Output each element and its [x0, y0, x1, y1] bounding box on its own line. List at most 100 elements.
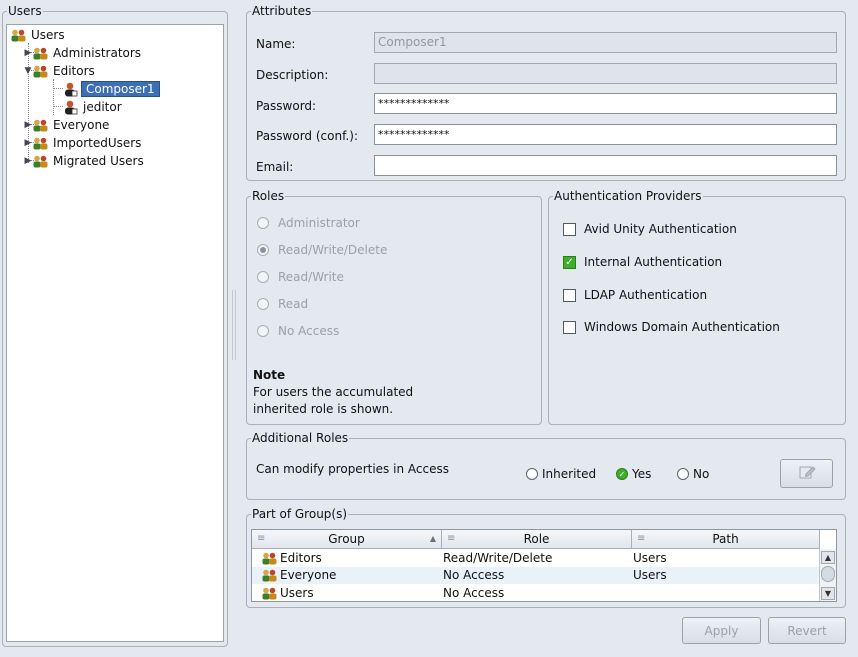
password-confirm-field[interactable]: *************: [374, 124, 837, 145]
radio-circle: [257, 298, 269, 310]
windows-domain-auth-checkbox[interactable]: Windows Domain Authentication: [563, 320, 780, 334]
name-label: Name:: [256, 37, 296, 51]
tree-label: ImportedUsers: [53, 136, 142, 150]
column-header-role[interactable]: ≡ Role: [442, 530, 632, 549]
note-line-2: inherited role is shown.: [253, 402, 394, 416]
name-field: Composer1: [374, 32, 837, 53]
table-row[interactable]: Editors Read/Write/Delete Users: [252, 550, 820, 567]
group-icon: [33, 65, 48, 78]
group-icon: [11, 29, 26, 42]
path-cell: Users: [633, 568, 667, 582]
radio-circle[interactable]: [677, 468, 689, 480]
group-icon: [33, 137, 48, 150]
no-radio[interactable]: No: [677, 467, 709, 481]
splitter-handle[interactable]: [232, 290, 236, 360]
password-field[interactable]: *************: [374, 93, 837, 114]
password-label: Password:: [256, 99, 317, 113]
expand-arrow-icon[interactable]: ▶: [23, 152, 33, 170]
checkbox-box[interactable]: [563, 222, 576, 236]
column-menu-icon[interactable]: ≡: [257, 530, 265, 548]
avid-unity-auth-checkbox[interactable]: Avid Unity Authentication: [563, 222, 737, 236]
checkmark-icon[interactable]: ✓: [616, 468, 628, 480]
radio-label: Inherited: [542, 467, 597, 481]
table-row[interactable]: Users No Access: [252, 585, 820, 601]
radio-label: No Access: [278, 324, 340, 338]
radio-label: Yes: [632, 467, 652, 481]
table-scrollbar[interactable]: ▲ ▼: [819, 549, 836, 601]
checkbox-label: LDAP Authentication: [584, 288, 708, 302]
role-administrator-radio: Administrator: [257, 216, 360, 230]
internal-auth-checkbox[interactable]: ✓ Internal Authentication: [563, 255, 722, 269]
scroll-thumb[interactable]: [821, 566, 835, 582]
group-cell: Users: [262, 585, 314, 601]
tree-label: Users: [31, 28, 65, 42]
scroll-up-icon[interactable]: ▲: [821, 551, 835, 564]
note-title: Note: [253, 368, 286, 382]
scroll-down-icon[interactable]: ▼: [821, 587, 835, 600]
radio-circle[interactable]: [526, 468, 538, 480]
password-confirm-label: Password (conf.):: [256, 129, 358, 143]
role-cell: No Access: [443, 568, 505, 582]
column-menu-icon[interactable]: ≡: [447, 530, 455, 548]
yes-radio[interactable]: ✓ Yes: [616, 467, 651, 481]
groups-table[interactable]: ≡ Group ▲ ≡ Role ≡ Path Editors Read/Wri…: [251, 529, 837, 602]
note-line-1: For users the accumulated: [253, 385, 414, 399]
revert-button[interactable]: Revert: [768, 617, 846, 644]
radio-label: No: [693, 467, 710, 481]
checkbox-box[interactable]: [563, 288, 576, 302]
tree-item-administrators[interactable]: ▶ Administrators: [23, 44, 143, 62]
tree-label-selected: Composer1: [81, 81, 160, 97]
tree-item-everyone[interactable]: ▶ Everyone: [23, 116, 111, 134]
tree-item-users-root[interactable]: Users: [11, 26, 67, 44]
role-cell: Read/Write/Delete: [443, 551, 553, 565]
checkbox-label: Windows Domain Authentication: [584, 320, 780, 334]
radio-label: Read/Write/Delete: [278, 243, 388, 257]
tree-item-jeditor[interactable]: jeditor: [63, 98, 124, 116]
collapse-arrow-icon[interactable]: ▼: [23, 62, 33, 80]
description-field: [374, 63, 837, 84]
tree-item-migrated-users[interactable]: ▶ Migrated Users: [23, 152, 146, 170]
sort-ascending-icon[interactable]: ▲: [430, 530, 436, 548]
tree-label: Administrators: [53, 46, 142, 60]
attributes-legend: Attributes: [251, 4, 313, 18]
column-header-group[interactable]: ≡ Group ▲: [252, 530, 442, 549]
checkbox-box[interactable]: [563, 320, 576, 334]
radio-circle: [257, 271, 269, 283]
column-header-path[interactable]: ≡ Path: [632, 530, 820, 549]
tree-item-editors[interactable]: ▼ Editors: [23, 62, 97, 80]
email-field[interactable]: [374, 155, 837, 176]
column-menu-icon[interactable]: ≡: [637, 530, 645, 548]
user-icon: [63, 82, 78, 97]
inherited-radio[interactable]: Inherited: [526, 467, 596, 481]
role-read-radio: Read: [257, 297, 308, 311]
email-label: Email:: [256, 160, 294, 174]
path-cell: Users: [633, 551, 667, 565]
group-icon: [262, 552, 277, 565]
edit-button[interactable]: [780, 459, 833, 488]
user-icon: [63, 100, 78, 115]
groups-legend: Part of Group(s): [251, 507, 349, 521]
checkbox-label: Avid Unity Authentication: [584, 222, 737, 236]
radio-circle-checked: [257, 244, 269, 256]
apply-button[interactable]: Apply: [682, 617, 761, 644]
expand-arrow-icon[interactable]: ▶: [23, 116, 33, 134]
edit-icon: [798, 464, 816, 483]
ldap-auth-checkbox[interactable]: LDAP Authentication: [563, 288, 707, 302]
expand-arrow-icon[interactable]: ▶: [23, 134, 33, 152]
radio-circle: [257, 325, 269, 337]
role-cell: No Access: [443, 586, 505, 600]
users-tree[interactable]: Users ▶ Administrators ▼ Editors Compose…: [6, 24, 224, 642]
group-icon: [262, 569, 277, 582]
radio-label: Administrator: [278, 216, 360, 230]
additional-roles-legend: Additional Roles: [251, 431, 350, 445]
expand-arrow-icon[interactable]: ▶: [23, 44, 33, 62]
group-cell: Everyone: [262, 567, 336, 584]
table-row[interactable]: Everyone No Access Users: [252, 567, 820, 584]
tree-item-composer1[interactable]: Composer1: [63, 80, 160, 98]
tree-label: Migrated Users: [53, 154, 144, 168]
users-panel-legend: Users: [7, 4, 43, 18]
role-read-write-delete-radio: Read/Write/Delete: [257, 243, 387, 257]
checkmark-icon[interactable]: ✓: [563, 255, 576, 269]
tree-label: Everyone: [53, 118, 110, 132]
tree-item-importedusers[interactable]: ▶ ImportedUsers: [23, 134, 143, 152]
